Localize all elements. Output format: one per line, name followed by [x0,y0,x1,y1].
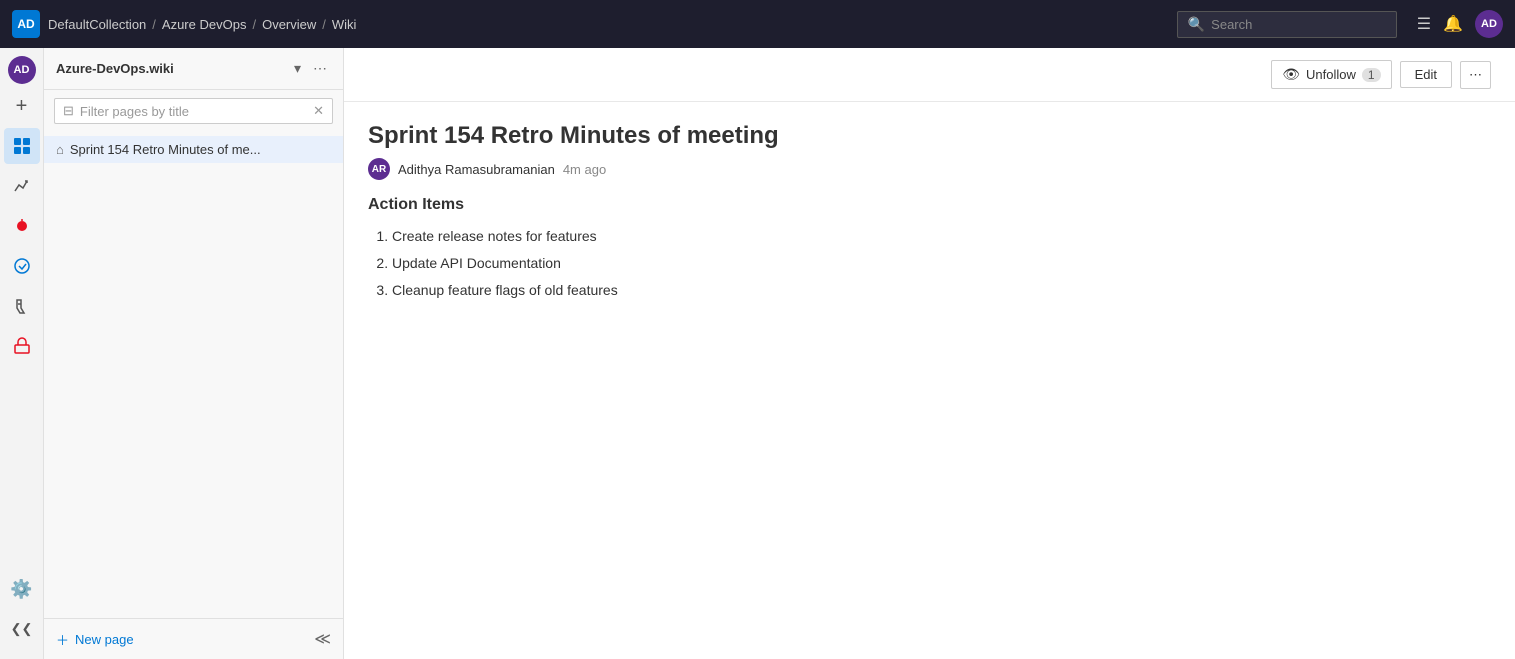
ellipsis-icon: ⋯ [1469,67,1482,82]
main-body: AD + ⚙️ ❮❮ Azu [0,48,1515,659]
rail-bugs[interactable] [4,208,40,244]
unfollow-button[interactable]: 👁 Unfollow 1 [1271,60,1391,89]
content-title-row: Sprint 154 Retro Minutes of meeting AR A… [344,102,1515,196]
breadcrumb-overview[interactable]: Overview [262,17,316,32]
settings-icon: ⚙️ [10,579,32,600]
wiki-title: Azure-DevOps.wiki [56,61,284,76]
edit-button[interactable]: Edit [1400,61,1452,88]
filter-icon: ⊟ [63,103,74,119]
sidebar-header-icons: ▾ ⋯ [290,58,331,79]
section-heading: Action Items [368,196,1491,214]
rail-settings[interactable]: ⚙️ [4,571,40,607]
author-name: Adithya Ramasubramanian [398,162,555,177]
sidebar-filter-box[interactable]: ⊟ ✕ [54,98,333,124]
topbar: AD DefaultCollection / Azure DevOps / Ov… [0,0,1515,48]
rail-add[interactable]: + [4,88,40,124]
time-ago: 4m ago [563,162,606,177]
breadcrumb-azure-devops[interactable]: Azure DevOps [162,17,247,32]
search-input[interactable] [1211,17,1386,32]
rail-devops[interactable] [4,248,40,284]
sidebar-page-item[interactable]: ⌂ Sprint 154 Retro Minutes of me... [44,136,343,163]
new-page-label: New page [75,632,134,647]
breadcrumb-default-collection[interactable]: DefaultCollection [48,17,146,32]
home-icon: ⌂ [56,142,64,157]
action-items-list: Create release notes for features Update… [368,226,1491,301]
page-meta: AR Adithya Ramasubramanian 4m ago [368,158,1491,180]
rail-collapse[interactable]: ❮❮ [4,611,40,647]
unfollow-label: Unfollow [1306,67,1356,82]
chevron-down-icon[interactable]: ▾ [290,58,305,79]
sidebar-footer: ＋ New page ≪ [44,618,343,659]
more-options-icon[interactable]: ⋯ [309,58,331,79]
app-logo[interactable]: AD [12,10,40,38]
action-item-2: Update API Documentation [392,253,1491,274]
collapse-sidebar-icon[interactable]: ≪ [314,629,331,649]
rail-artifacts[interactable] [4,328,40,364]
search-icon: 🔍 [1188,16,1205,33]
content-toolbar: 👁 Unfollow 1 Edit ⋯ [344,48,1515,102]
list-icon[interactable]: ☰ [1417,14,1431,34]
user-avatar[interactable]: AD [1475,10,1503,38]
sidebar-pages: ⌂ Sprint 154 Retro Minutes of me... [44,132,343,618]
unfollow-icon: 👁 [1282,66,1300,83]
sidebar-header: Azure-DevOps.wiki ▾ ⋯ [44,48,343,90]
follow-count: 1 [1362,68,1381,82]
breadcrumb: DefaultCollection / Azure DevOps / Overv… [48,17,356,32]
notification-icon[interactable]: 🔔 [1443,14,1463,34]
topbar-icon-group: ☰ 🔔 AD [1417,10,1503,38]
edit-label: Edit [1415,67,1437,82]
chevron-left-icon: ❮❮ [11,621,33,637]
content-body: Action Items Create release notes for fe… [344,196,1515,659]
breadcrumb-wiki[interactable]: Wiki [332,17,357,32]
more-options-button[interactable]: ⋯ [1460,61,1491,89]
content-area: 👁 Unfollow 1 Edit ⋯ Sprint 154 Retro Min… [344,48,1515,659]
rail-test[interactable] [4,288,40,324]
rail-boards[interactable] [4,128,40,164]
plus-icon: ＋ [56,630,69,649]
clear-filter-icon[interactable]: ✕ [313,103,324,119]
action-item-1: Create release notes for features [392,226,1491,247]
rail-analytics[interactable] [4,168,40,204]
author-avatar: AR [368,158,390,180]
page-title: Sprint 154 Retro Minutes of meeting [368,122,1491,150]
page-item-label: Sprint 154 Retro Minutes of me... [70,142,261,157]
action-item-3: Cleanup feature flags of old features [392,280,1491,301]
filter-input[interactable] [80,104,307,119]
new-page-button[interactable]: ＋ New page [56,630,134,649]
logo-text: AD [17,17,34,31]
rail-avatar[interactable]: AD [8,56,36,84]
sidebar: Azure-DevOps.wiki ▾ ⋯ ⊟ ✕ ⌂ Sprint 154 R… [44,48,344,659]
icon-rail: AD + ⚙️ ❮❮ [0,48,44,659]
search-box[interactable]: 🔍 [1177,11,1397,38]
